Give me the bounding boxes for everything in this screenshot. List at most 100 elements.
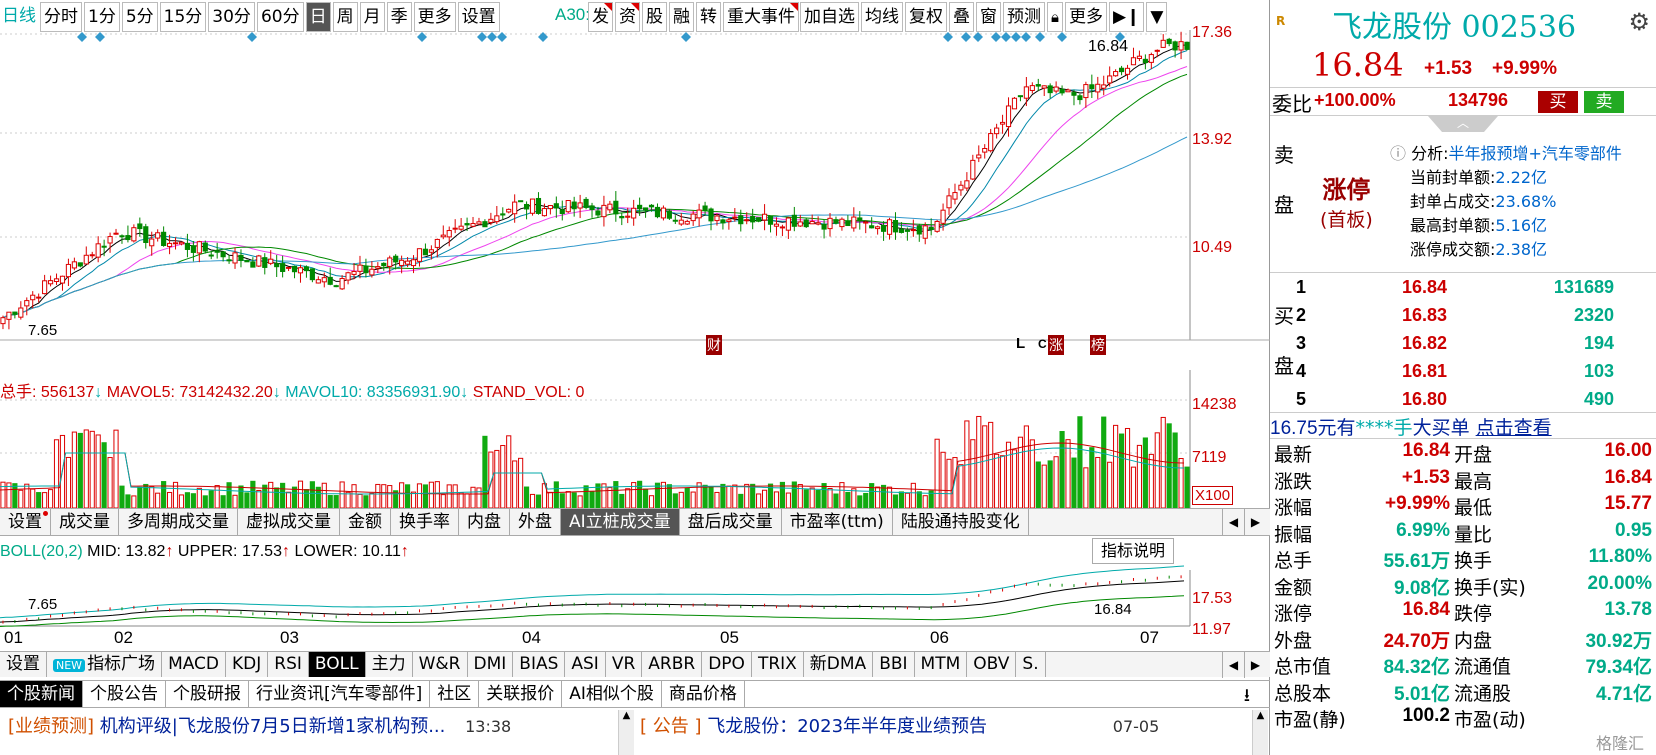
- jump-end-icon[interactable]: ▶❙: [1108, 2, 1145, 32]
- major-events-button[interactable]: 重大事件: [723, 2, 799, 32]
- bid-row[interactable]: 1 16.84 131689: [1270, 277, 1656, 305]
- tab-ai-volume[interactable]: AI立桩成交量: [561, 509, 680, 535]
- tab-boll[interactable]: BOLL: [308, 652, 366, 677]
- volume-bar: [684, 487, 690, 509]
- window-button[interactable]: 窗: [976, 2, 1001, 32]
- big-order-link[interactable]: 点击查看: [1476, 418, 1552, 439]
- tab-week[interactable]: 周: [332, 2, 358, 32]
- tab-15min[interactable]: 15分: [159, 2, 207, 32]
- download-icon[interactable]: ⭳: [1244, 683, 1250, 713]
- tab-30min[interactable]: 30分: [208, 2, 255, 32]
- indicator-help-button[interactable]: 指标说明: [1092, 538, 1175, 564]
- tab-indicator-square[interactable]: NEW 指标广场: [47, 652, 163, 677]
- tab-virtual-volume[interactable]: 虚拟成交量: [238, 509, 340, 535]
- tab-kdj[interactable]: KDJ: [226, 652, 269, 677]
- tab-industry-news[interactable]: 行业资讯[汽车零部件]: [249, 681, 431, 707]
- analysis-value[interactable]: 半年报预增+汽车零部件: [1449, 144, 1622, 163]
- tab-month[interactable]: 月: [359, 2, 385, 32]
- tab-s[interactable]: S.: [1016, 652, 1046, 677]
- announcement-item[interactable]: [ 公告 ] 飞龙股份：2023年半年度业绩预告 07-05: [640, 712, 1159, 748]
- tab-bias[interactable]: BIAS: [513, 652, 566, 677]
- big-order-row[interactable]: 16.75元有****手大买单 点击查看: [1270, 413, 1656, 439]
- tab-day[interactable]: 日: [305, 2, 331, 32]
- analysis-row[interactable]: ⓘ 分析:半年报预增+汽车零部件: [1390, 140, 1622, 164]
- tab-rsi[interactable]: RSI: [268, 652, 309, 677]
- bottom-tab-prev-icon[interactable]: ◀: [1222, 652, 1244, 678]
- lock-icon[interactable]: 🔒︎: [1047, 2, 1063, 32]
- tab-stock-news[interactable]: 个股新闻: [0, 681, 83, 707]
- tab-next-icon[interactable]: ▶: [1244, 509, 1266, 535]
- bid-row[interactable]: 2 16.83 2320: [1270, 305, 1656, 333]
- kline-chart[interactable]: [0, 30, 1270, 630]
- tab-bbi[interactable]: BBI: [873, 652, 915, 677]
- add-watchlist-button[interactable]: 加自选: [800, 2, 859, 32]
- event-marker-l[interactable]: L: [1016, 335, 1025, 352]
- toolbar-dropdown-icon[interactable]: ▼: [1146, 2, 1168, 32]
- tab-macd[interactable]: MACD: [162, 652, 227, 677]
- tab-main-force[interactable]: 主力: [366, 652, 413, 677]
- more-button[interactable]: 更多: [1064, 2, 1107, 32]
- overlay-button[interactable]: 叠: [949, 2, 974, 32]
- tab-mtm[interactable]: MTM: [915, 652, 968, 677]
- tab-5min[interactable]: 5分: [121, 2, 158, 32]
- tab-volume[interactable]: 成交量: [51, 509, 119, 535]
- tab-arbr[interactable]: ARBR: [642, 652, 703, 677]
- tab-more[interactable]: 更多: [413, 2, 456, 32]
- tab-turnover[interactable]: 换手率: [391, 509, 459, 535]
- tab-outer[interactable]: 外盘: [510, 509, 561, 535]
- tab-ai-similar[interactable]: AI相似个股: [562, 681, 662, 707]
- bottom-tab-next-icon[interactable]: ▶: [1244, 652, 1266, 678]
- overlay-gu-button[interactable]: 股: [642, 2, 667, 32]
- tab-dmi[interactable]: DMI: [468, 652, 514, 677]
- gear-icon[interactable]: ⚙: [1628, 8, 1650, 36]
- bid-row[interactable]: 3 16.82 194: [1270, 333, 1656, 361]
- news-title[interactable]: 机构评级|飞龙股份7月5日新增1家机构预...: [100, 716, 446, 737]
- adjust-button[interactable]: 复权: [905, 2, 947, 32]
- tab-1min[interactable]: 1分: [84, 2, 120, 32]
- volume-bar: [131, 495, 137, 509]
- tab-prev-icon[interactable]: ◀: [1222, 509, 1244, 535]
- event-marker-bang[interactable]: 榜: [1090, 335, 1106, 355]
- tab-related-quotes[interactable]: 关联报价: [479, 681, 563, 707]
- tab-dpo[interactable]: DPO: [702, 652, 752, 677]
- overlay-zi-button[interactable]: 资: [615, 2, 640, 32]
- tab-settings[interactable]: 设置: [457, 2, 500, 32]
- tab-amount[interactable]: 金额: [340, 509, 391, 535]
- tab-bottom-settings[interactable]: 设置: [0, 652, 47, 677]
- tab-wr[interactable]: W&R: [413, 652, 468, 677]
- event-marker-c[interactable]: C: [1038, 337, 1047, 351]
- tab-60min[interactable]: 60分: [256, 2, 304, 32]
- ma-line-button[interactable]: 均线: [861, 2, 903, 32]
- announcement-title[interactable]: 飞龙股份：2023年半年度业绩预告: [707, 716, 987, 737]
- overlay-zhuan-button[interactable]: 转: [696, 2, 721, 32]
- tab-stock-research[interactable]: 个股研报: [166, 681, 249, 707]
- tab-trix[interactable]: TRIX: [752, 652, 804, 677]
- tab-commodity-prices[interactable]: 商品价格: [662, 681, 745, 707]
- buy-button[interactable]: 买: [1538, 91, 1578, 113]
- tab-obv[interactable]: OBV: [967, 652, 1017, 677]
- forecast-button[interactable]: 预测: [1003, 2, 1045, 32]
- announcement-scrollbar[interactable]: ▲: [1252, 710, 1268, 755]
- tab-asi[interactable]: ASI: [565, 652, 606, 677]
- overlay-rong-button[interactable]: 融: [669, 2, 694, 32]
- tab-vr[interactable]: VR: [606, 652, 643, 677]
- tab-pe-ttm[interactable]: 市盈率(ttm): [782, 509, 893, 535]
- tab-indicator-settings[interactable]: 设置: [0, 509, 51, 535]
- bid-row[interactable]: 4 16.81 103: [1270, 361, 1656, 389]
- event-marker-cai[interactable]: 财: [706, 335, 722, 355]
- tab-new-dma[interactable]: 新DMA: [804, 652, 874, 677]
- news-scrollbar[interactable]: ▲: [618, 710, 634, 755]
- event-marker-zhang[interactable]: 涨: [1048, 335, 1064, 355]
- tab-inner[interactable]: 内盘: [459, 509, 510, 535]
- tab-after-hours-volume[interactable]: 盘后成交量: [680, 509, 782, 535]
- candle-body: [77, 262, 83, 267]
- tab-community[interactable]: 社区: [430, 681, 480, 707]
- tab-quarter[interactable]: 季: [386, 2, 412, 32]
- overlay-fa-button[interactable]: 发: [588, 2, 613, 32]
- tab-hk-connect-holding[interactable]: 陆股通持股变化: [893, 509, 1029, 535]
- news-item[interactable]: [业绩预测] 机构评级|飞龙股份7月5日新增1家机构预... 13:38: [8, 712, 511, 748]
- tab-multi-period-volume[interactable]: 多周期成交量: [119, 509, 238, 535]
- tab-stock-announcements[interactable]: 个股公告: [83, 681, 166, 707]
- sell-button[interactable]: 卖: [1584, 91, 1624, 113]
- tab-fenshi[interactable]: 分时: [40, 2, 82, 32]
